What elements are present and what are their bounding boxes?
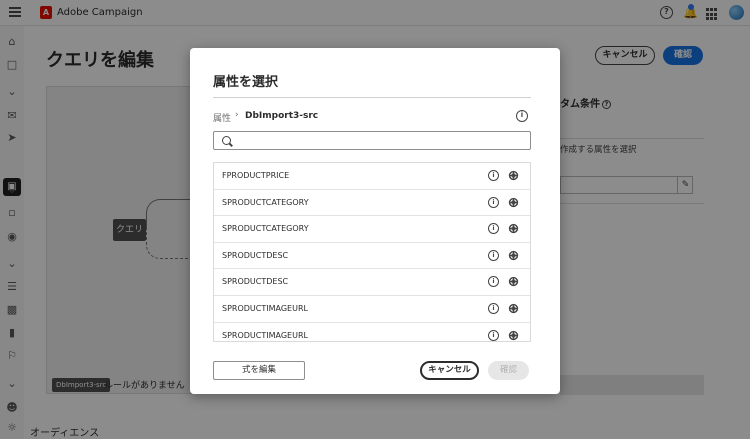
ai-sparkle-icon[interactable] — [508, 303, 519, 314]
info-icon[interactable]: i — [516, 110, 528, 122]
attribute-row[interactable]: FPRODUCTPRICE i — [214, 163, 530, 190]
attribute-name: SPRODUCTCATEGORY — [222, 197, 309, 207]
cancel-button[interactable]: キャンセル — [420, 361, 479, 380]
info-icon[interactable]: i — [488, 170, 499, 181]
ai-sparkle-icon[interactable] — [508, 250, 519, 261]
select-attribute-dialog: 属性を選択 属性 › DbImport3-src i FPRODUCTPRICE… — [190, 48, 560, 394]
attribute-name: SPRODUCTCATEGORY — [222, 224, 309, 234]
dialog-title: 属性を選択 — [213, 75, 279, 90]
ai-sparkle-icon[interactable] — [508, 330, 519, 341]
breadcrumb-separator: › — [235, 110, 239, 120]
edit-expression-button[interactable]: 式を編集 — [213, 361, 305, 380]
ai-sparkle-icon[interactable] — [508, 223, 519, 234]
attribute-name: SPRODUCTIMAGEURL — [222, 303, 308, 313]
ai-sparkle-icon[interactable] — [508, 276, 519, 287]
search-input[interactable] — [236, 133, 526, 148]
attribute-row[interactable]: SPRODUCTIMAGEURL i — [214, 296, 530, 323]
breadcrumb-current: DbImport3-src — [245, 111, 319, 121]
attribute-name: FPRODUCTPRICE — [222, 171, 290, 180]
search-field[interactable] — [213, 131, 531, 150]
ai-sparkle-icon[interactable] — [508, 170, 519, 181]
info-icon[interactable]: i — [488, 223, 499, 235]
confirm-button: 確認 — [488, 361, 529, 380]
attribute-row[interactable]: SPRODUCTIMAGEURL i — [214, 323, 530, 341]
search-icon — [222, 136, 231, 145]
attribute-name: SPRODUCTIMAGEURL — [222, 330, 308, 340]
info-icon[interactable]: i — [488, 276, 499, 288]
attribute-row[interactable]: SPRODUCTDESC i — [214, 269, 530, 296]
info-icon[interactable]: i — [488, 329, 499, 341]
attribute-name: SPRODUCTDESC — [222, 277, 289, 287]
ai-sparkle-icon[interactable] — [508, 197, 519, 208]
info-icon[interactable]: i — [488, 302, 499, 314]
attribute-row[interactable]: SPRODUCTCATEGORY i — [214, 190, 530, 217]
info-icon[interactable]: i — [488, 196, 499, 208]
info-icon[interactable]: i — [488, 249, 499, 261]
attribute-list[interactable]: FPRODUCTPRICE i SPRODUCTCATEGORY i SPRODUCTC… — [213, 162, 531, 342]
breadcrumb-root[interactable]: 属性 — [213, 111, 231, 124]
attribute-name: SPRODUCTDESC — [222, 250, 289, 260]
attribute-row[interactable]: SPRODUCTDESC i — [214, 243, 530, 270]
attribute-row[interactable]: SPRODUCTCATEGORY i — [214, 216, 530, 243]
divider — [213, 97, 531, 98]
